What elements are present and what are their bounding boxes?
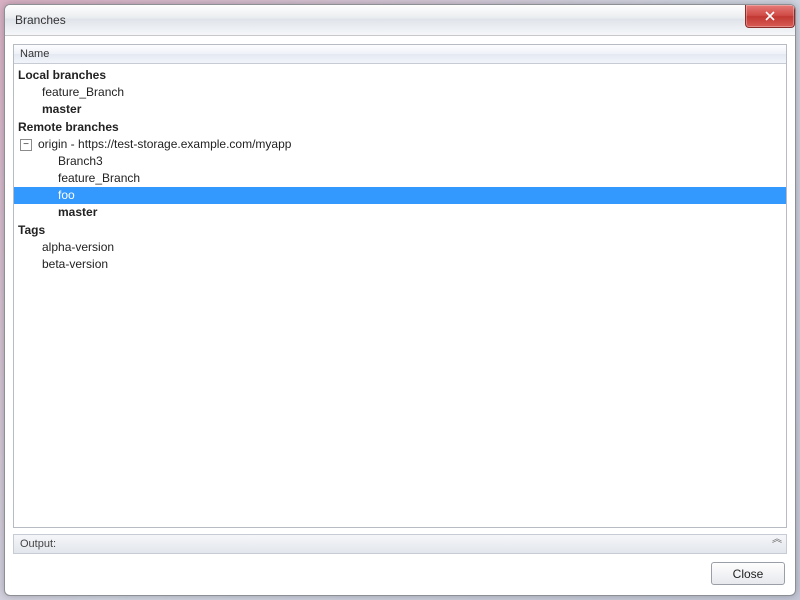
tag-item[interactable]: beta-version: [14, 256, 786, 273]
local-branch-item[interactable]: feature_Branch: [14, 84, 786, 101]
close-icon: [765, 11, 775, 21]
branches-tree[interactable]: Name Local branches feature_Branch maste…: [13, 44, 787, 528]
remote-branch-item[interactable]: Branch3: [14, 153, 786, 170]
tree-column-header[interactable]: Name: [14, 45, 786, 64]
window-close-button[interactable]: [745, 5, 795, 28]
branches-dialog: Branches Name Local branches: [4, 4, 796, 596]
remote-branch-item[interactable]: feature_Branch: [14, 170, 786, 187]
expander-icon[interactable]: −: [20, 139, 32, 151]
footer: Output: ︽ Close: [13, 534, 787, 587]
local-branch-item[interactable]: master: [14, 101, 786, 118]
remote-origin-label: origin - https://test-storage.example.co…: [36, 136, 293, 153]
remote-origin-node[interactable]: − origin - https://test-storage.example.…: [14, 136, 786, 153]
tag-item[interactable]: alpha-version: [14, 239, 786, 256]
section-remote-branches[interactable]: Remote branches: [14, 118, 786, 136]
remote-branch-item-selected[interactable]: foo: [14, 187, 786, 204]
output-label: Output:: [20, 538, 56, 550]
titlebar[interactable]: Branches: [5, 5, 795, 36]
section-tags[interactable]: Tags: [14, 221, 786, 239]
tree-body: Local branches feature_Branch master Rem…: [14, 64, 786, 527]
window-title: Branches: [15, 13, 66, 27]
column-name: Name: [20, 48, 49, 60]
remote-branch-item[interactable]: master: [14, 204, 786, 221]
chevron-up-icon[interactable]: ︽: [772, 536, 780, 544]
output-panel-header[interactable]: Output: ︽: [13, 534, 787, 554]
button-row: Close: [13, 554, 787, 587]
section-local-branches[interactable]: Local branches: [14, 66, 786, 84]
close-button[interactable]: Close: [711, 562, 785, 585]
dialog-body: Name Local branches feature_Branch maste…: [5, 36, 795, 595]
